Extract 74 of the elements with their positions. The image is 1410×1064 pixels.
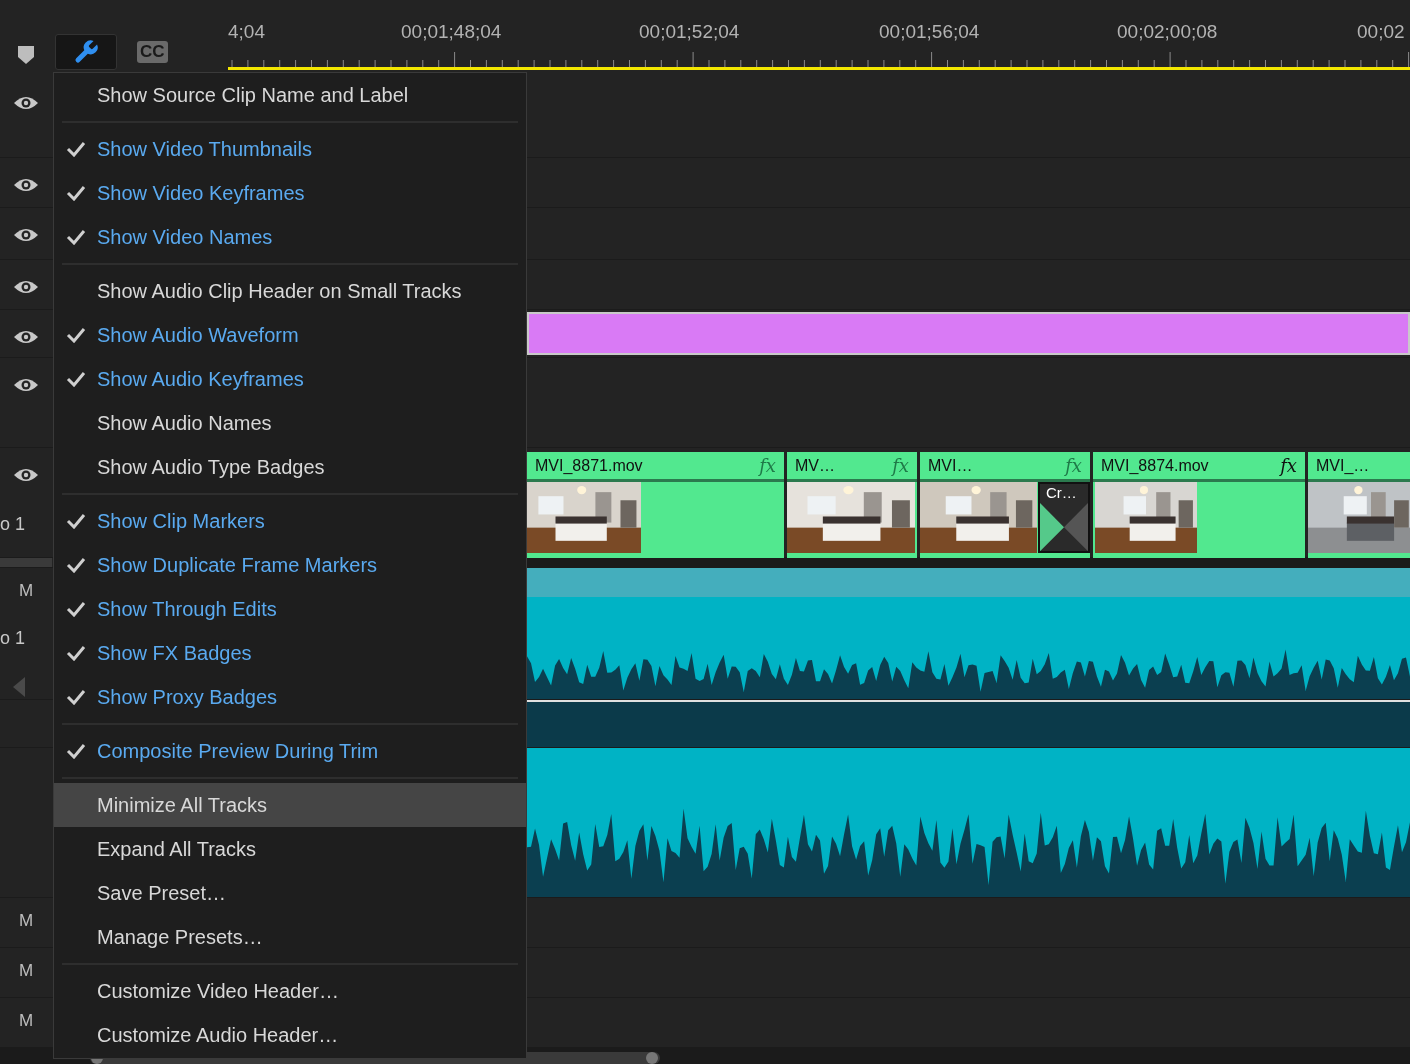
mute-toggle[interactable]: M <box>18 912 34 929</box>
menu-item[interactable]: Show Audio Names <box>54 401 526 445</box>
eye-icon[interactable] <box>13 467 39 483</box>
fx-label: fx <box>1065 454 1082 478</box>
clip-name: MVI_8874.mov <box>1101 455 1209 476</box>
marker-icon[interactable] <box>18 46 34 64</box>
checkmark-icon <box>65 645 86 661</box>
checkmark-icon <box>65 141 86 157</box>
eye-icon[interactable] <box>13 329 39 345</box>
checkmark-icon <box>65 185 86 201</box>
menu-item[interactable]: Show Audio Waveform <box>54 313 526 357</box>
graphic-clip[interactable] <box>527 312 1410 355</box>
timecode-label: 00;02 <box>1357 20 1405 44</box>
video-clip[interactable]: MVI_8874.mov fx <box>1093 452 1305 558</box>
menu-item[interactable]: Manage Presets… <box>54 915 526 959</box>
checkmark-icon <box>65 743 86 759</box>
checkmark-icon <box>65 513 86 529</box>
mute-toggle[interactable]: M <box>18 582 34 599</box>
eye-icon[interactable] <box>13 279 39 295</box>
checkmark-icon <box>65 689 86 705</box>
eye-icon[interactable] <box>13 177 39 193</box>
menu-item[interactable]: Show FX Badges <box>54 631 526 675</box>
menu-item[interactable]: Show Source Clip Name and Label <box>54 73 526 117</box>
menu-item[interactable]: Show Through Edits <box>54 587 526 631</box>
video-clip[interactable]: MVI_… <box>1308 452 1410 558</box>
clip-name: MVI_8871.mov <box>535 455 643 476</box>
clip-name: MV… <box>795 455 835 476</box>
timecode-label: 4;04 <box>228 20 265 44</box>
menu-item[interactable]: Show Clip Markers <box>54 499 526 543</box>
menu-item[interactable]: Customize Video Header… <box>54 969 526 1013</box>
menu-item[interactable]: Show Video Thumbnails <box>54 127 526 171</box>
fx-label: fx <box>759 454 776 478</box>
checkmark-icon <box>65 557 86 573</box>
settings-button[interactable] <box>55 34 117 70</box>
menu-item[interactable]: Customize Audio Header… <box>54 1013 526 1057</box>
mute-toggle[interactable]: M <box>18 962 34 979</box>
menu-item[interactable]: Composite Preview During Trim <box>54 729 526 773</box>
menu-item[interactable]: Minimize All Tracks <box>54 783 526 827</box>
fx-label: fx <box>1280 454 1297 478</box>
mute-toggle[interactable]: M <box>18 1012 34 1029</box>
transition-name: Cr… <box>1045 484 1078 503</box>
video-clip[interactable]: MVI… fx Cr… <box>920 452 1090 558</box>
audio-clip[interactable] <box>527 568 1410 699</box>
checkmark-icon <box>65 327 86 343</box>
checkmark-icon <box>65 601 86 617</box>
timecode-label: 00;01;56;04 <box>879 20 980 44</box>
menu-item[interactable]: Save Preset… <box>54 871 526 915</box>
eye-icon[interactable] <box>13 227 39 243</box>
fx-label: fx <box>892 454 909 478</box>
clip-name: MVI… <box>928 455 973 476</box>
eye-icon[interactable] <box>13 377 39 393</box>
timecode-label: 00;02;00;08 <box>1117 20 1218 44</box>
menu-item[interactable]: Show Audio Type Badges <box>54 445 526 489</box>
clip-name: MVI_… <box>1316 455 1370 476</box>
menu-item[interactable]: Show Video Keyframes <box>54 171 526 215</box>
eye-icon[interactable] <box>13 95 39 111</box>
time-ruler[interactable] <box>228 52 1410 72</box>
timecode-label: 00;01;52;04 <box>639 20 740 44</box>
timecode-label: 00;01;48;04 <box>401 20 502 44</box>
video-clip[interactable]: MV… fx <box>787 452 917 558</box>
transition-badge[interactable]: Cr… <box>1038 482 1090 553</box>
audio-clip[interactable] <box>527 748 1410 897</box>
transition-icon <box>1040 502 1088 551</box>
checkmark-icon <box>65 229 86 245</box>
track-label: o 1 <box>0 515 26 533</box>
menu-item[interactable]: Show Duplicate Frame Markers <box>54 543 526 587</box>
checkmark-icon <box>65 371 86 387</box>
video-clip[interactable]: MVI_8871.mov fx <box>527 452 784 558</box>
menu-item[interactable]: Show Proxy Badges <box>54 675 526 719</box>
track-label: o 1 <box>0 629 26 647</box>
menu-item[interactable]: Show Video Names <box>54 215 526 259</box>
menu-item[interactable]: Show Audio Clip Header on Small Tracks <box>54 269 526 313</box>
menu-item[interactable]: Show Audio Keyframes <box>54 357 526 401</box>
menu-item[interactable]: Expand All Tracks <box>54 827 526 871</box>
